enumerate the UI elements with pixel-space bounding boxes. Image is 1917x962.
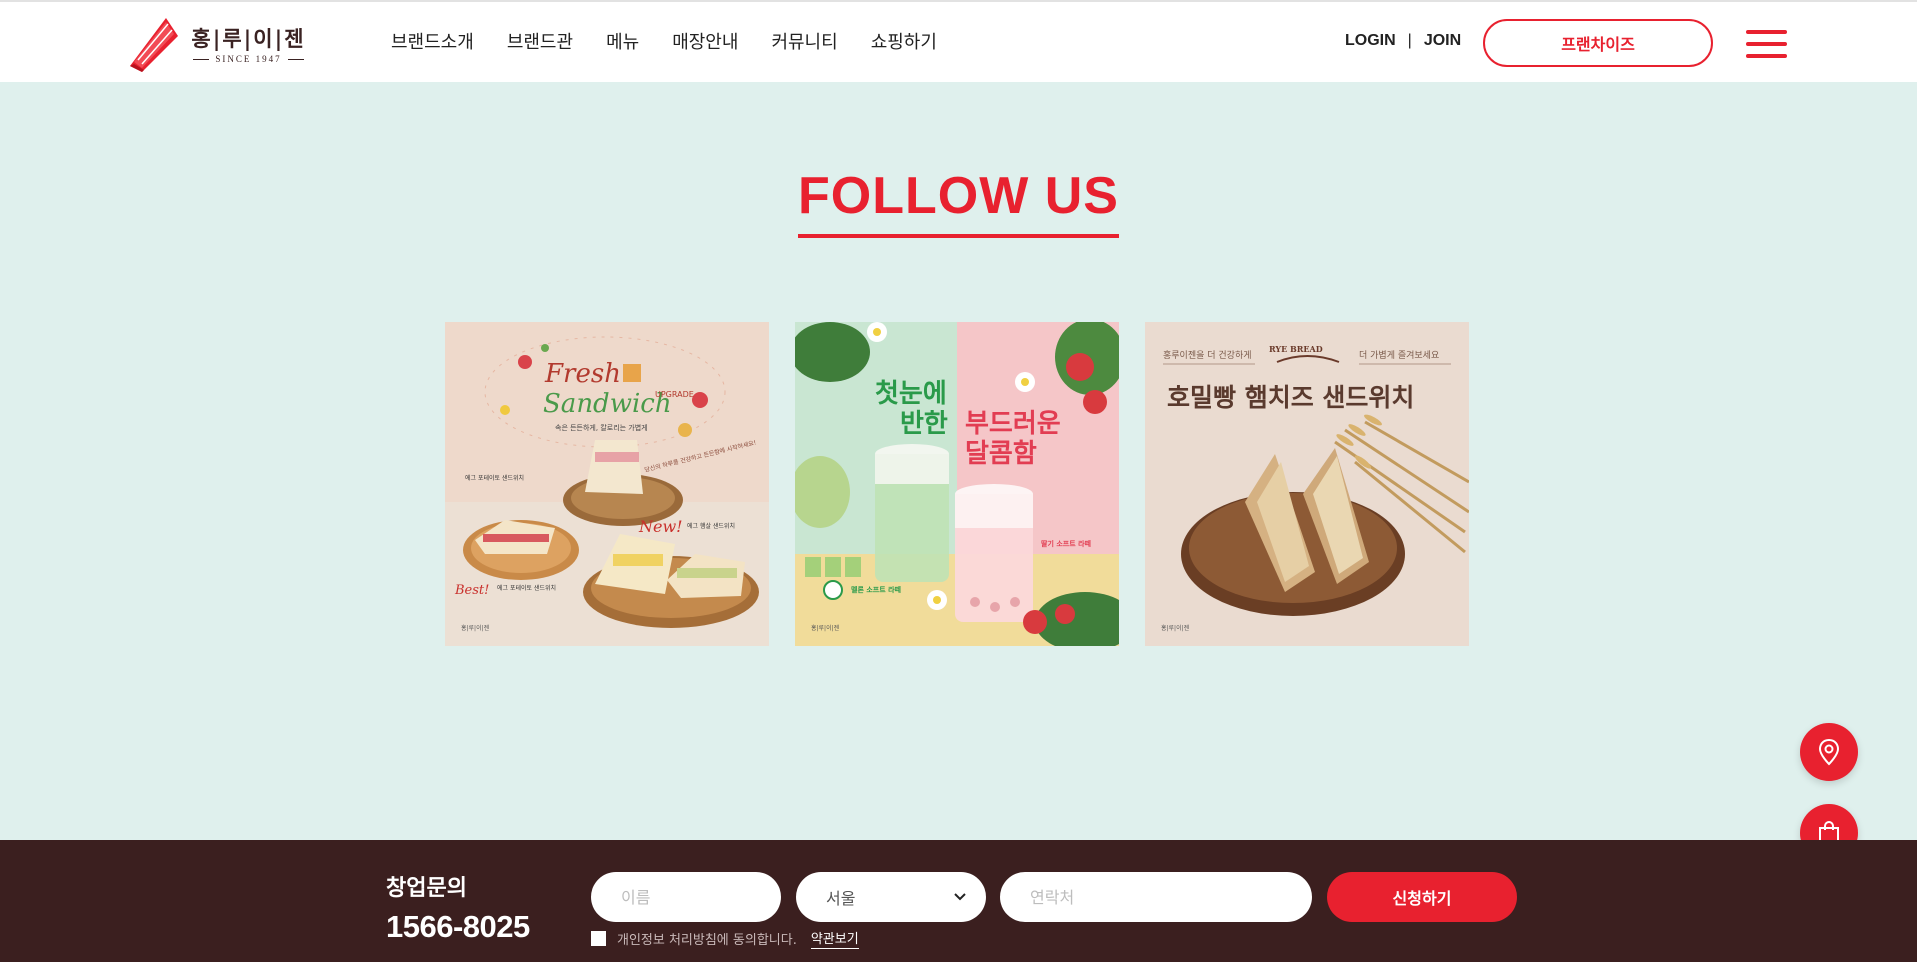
- franchise-inquiry-bar: 창업문의 1566-8025 서울 신청하기 개인정보 처리방침에 동의합니다.…: [0, 840, 1917, 962]
- menu-icon[interactable]: [1746, 30, 1787, 58]
- logo-korean: 홍|루|이|젠: [191, 26, 306, 51]
- logo-since: SINCE 1947: [215, 54, 282, 64]
- nav-store-info[interactable]: 매장안내: [672, 30, 738, 56]
- contact-field[interactable]: [1000, 872, 1312, 922]
- region-select-value: 서울: [826, 889, 856, 908]
- region-select[interactable]: 서울: [796, 872, 986, 922]
- divider: [193, 58, 210, 60]
- feed-post-image: Fresh Sandwich UPGRADE 속은 든든하게, 칼로리는 가볍게…: [445, 322, 769, 646]
- post-tag1: 멜론 소프트 라떼: [851, 585, 901, 594]
- post-logo: 홍|루|이|젠: [811, 624, 840, 632]
- menu-icon-bar: [1746, 42, 1787, 46]
- post-badge: RYE BREAD: [1269, 344, 1323, 354]
- site-header: 홍|루|이|젠 SINCE 1947 브랜드소개 브랜드관 메뉴 매장안내 커뮤…: [0, 0, 1917, 82]
- post-sub: 속은 든든하게, 칼로리는 가볍게: [555, 423, 648, 432]
- join-link[interactable]: JOIN: [1424, 32, 1461, 50]
- brand-logo[interactable]: 홍|루|이|젠 SINCE 1947: [126, 16, 311, 74]
- post-best: Best!: [454, 583, 489, 598]
- post-tag2: 딸기 소프트 라떼: [1041, 539, 1091, 548]
- post-right: 더 가볍게 즐겨보세요: [1359, 350, 1439, 361]
- franchise-button[interactable]: 프랜차이즈: [1483, 19, 1713, 67]
- post-line4: 달콤함: [965, 439, 1037, 469]
- feed-post[interactable]: 첫눈에 반한 부드러운 달콤함 멜론 소프트 라떼 딸기 소프트 라떼 홍|루|…: [795, 322, 1119, 646]
- post-item2: 에그 햄살 샌드위치: [687, 522, 735, 530]
- post-logo: 홍|루|이|젠: [461, 624, 490, 632]
- post-new: New!: [638, 517, 683, 536]
- post-item3: 에그 포테이토 샌드위치: [497, 584, 556, 592]
- feed-post-image: 홍루이젠을 더 건강하게 RYE BREAD 더 가볍게 즐겨보세요 호밀빵 햄…: [1145, 322, 1469, 646]
- nav-menu[interactable]: 메뉴: [606, 30, 639, 56]
- sandwich-logo-icon: [130, 18, 178, 72]
- login-link[interactable]: LOGIN: [1345, 32, 1396, 50]
- logo-since-row: SINCE 1947: [186, 54, 311, 64]
- post-line2: 반한: [900, 409, 948, 439]
- nav-community[interactable]: 커뮤니티: [771, 30, 837, 56]
- feed-post[interactable]: Fresh Sandwich UPGRADE 속은 든든하게, 칼로리는 가볍게…: [445, 322, 769, 646]
- nav-brand-intro[interactable]: 브랜드소개: [391, 30, 474, 56]
- privacy-agree-text: 개인정보 처리방침에 동의합니다.: [617, 933, 797, 948]
- nav-shopping[interactable]: 쇼핑하기: [871, 30, 937, 56]
- follow-section-heading: FOLLOW US: [0, 166, 1917, 238]
- feed-post[interactable]: 홍루이젠을 더 건강하게 RYE BREAD 더 가볍게 즐겨보세요 호밀빵 햄…: [1145, 322, 1469, 646]
- terms-link[interactable]: 약관보기: [810, 928, 859, 949]
- submit-button[interactable]: 신청하기: [1327, 872, 1517, 922]
- util-separator: |: [1407, 32, 1412, 49]
- contact-input[interactable]: [1030, 887, 1312, 907]
- instagram-feed: Fresh Sandwich UPGRADE 속은 든든하게, 칼로리는 가볍게…: [445, 322, 1469, 646]
- post-upgrade: UPGRADE: [655, 390, 694, 399]
- menu-icon-bar: [1746, 54, 1787, 58]
- inquiry-phone: 1566-8025: [386, 909, 530, 944]
- chevron-down-icon: [954, 893, 966, 901]
- divider: [287, 58, 304, 60]
- main-nav: 브랜드소개 브랜드관 메뉴 매장안내 커뮤니티 쇼핑하기: [391, 30, 970, 56]
- post-fresh: Fresh: [544, 359, 621, 389]
- name-field[interactable]: [591, 872, 781, 922]
- privacy-agree-row: 개인정보 처리방침에 동의합니다. 약관보기: [591, 928, 859, 949]
- post-item1: 에그 포테이토 샌드위치: [465, 474, 524, 482]
- store-locator-button[interactable]: [1800, 723, 1858, 781]
- follow-title: FOLLOW US: [798, 166, 1119, 238]
- feed-post-image: 첫눈에 반한 부드러운 달콤함 멜론 소프트 라떼 딸기 소프트 라떼 홍|루|…: [795, 322, 1119, 646]
- map-pin-icon: [1818, 738, 1840, 766]
- util-links: LOGIN | JOIN: [1345, 32, 1461, 50]
- privacy-checkbox[interactable]: [591, 931, 606, 946]
- inquiry-label: 창업문의: [386, 876, 467, 901]
- menu-icon-bar: [1746, 30, 1787, 34]
- post-title: 호밀빵 햄치즈 샌드위치: [1167, 383, 1414, 412]
- nav-brand-hall[interactable]: 브랜드관: [507, 30, 573, 56]
- post-logo: 홍|루|이|젠: [1161, 624, 1190, 632]
- post-line1: 첫눈에: [875, 379, 947, 409]
- logo-wordmark: 홍|루|이|젠 SINCE 1947: [186, 26, 311, 64]
- post-line3: 부드러운: [965, 409, 1061, 439]
- name-input[interactable]: [621, 887, 781, 907]
- post-left: 홍루이젠을 더 건강하게: [1163, 349, 1252, 361]
- post-sandwich: Sandwich: [543, 389, 672, 419]
